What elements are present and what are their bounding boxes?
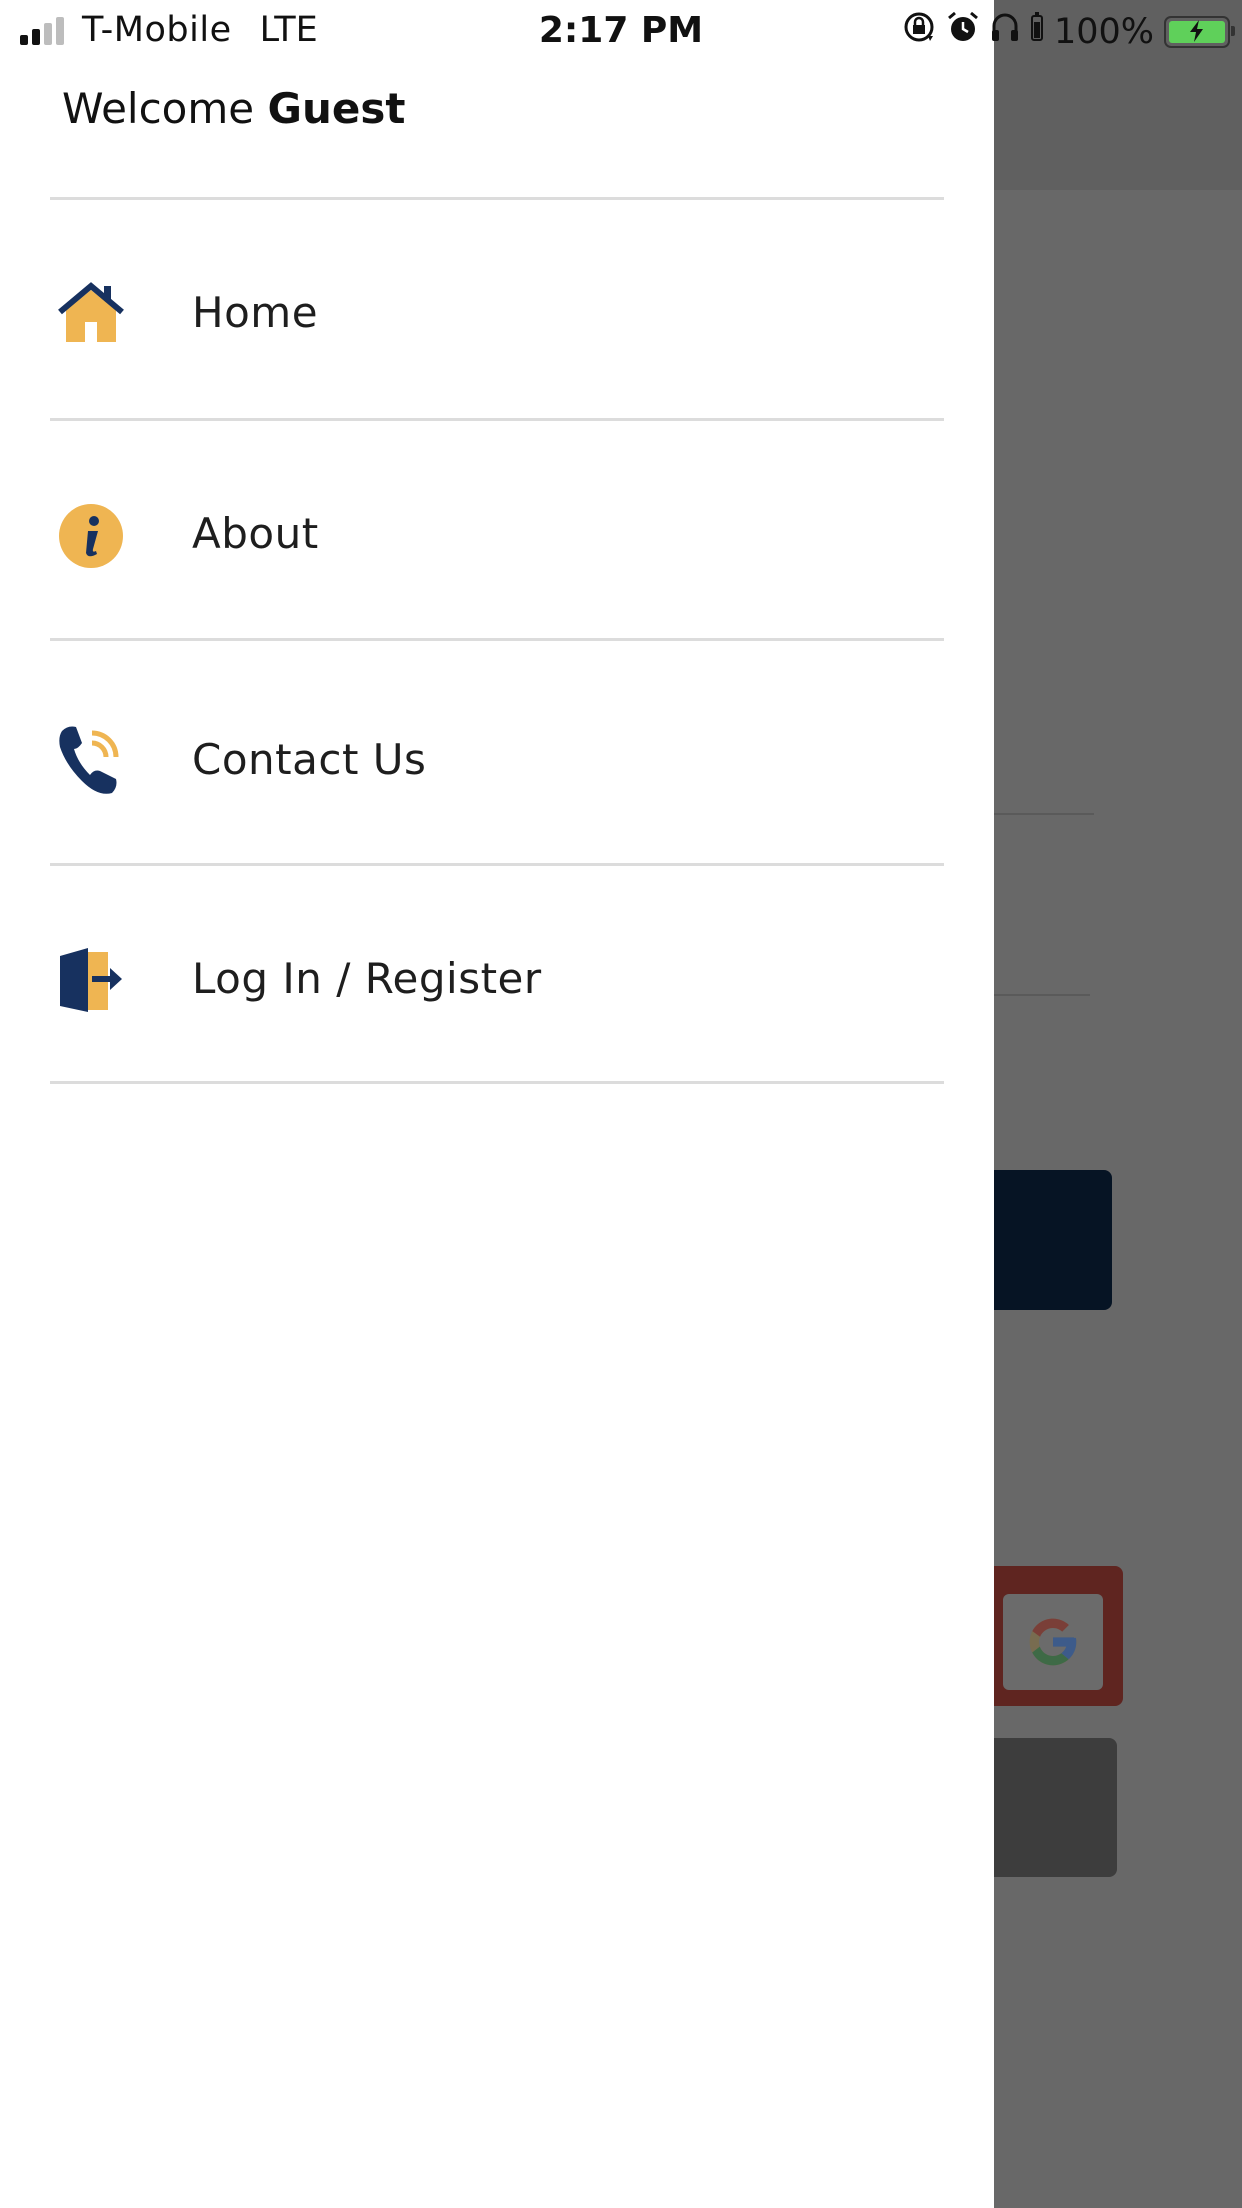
menu-label-login-register: Log In / Register xyxy=(192,954,542,1003)
divider xyxy=(50,1081,944,1084)
headphones-icon xyxy=(990,10,1020,53)
battery-icon xyxy=(1164,15,1235,48)
alarm-icon xyxy=(946,10,980,53)
info-icon xyxy=(58,503,124,569)
login-icon xyxy=(58,946,124,1012)
menu-item-login-register[interactable]: Log In / Register xyxy=(0,866,994,1081)
background-input-underline xyxy=(994,994,1090,996)
navigation-drawer: Welcome Guest Home About Contact Us Log … xyxy=(0,0,994,2208)
menu-item-about[interactable]: About xyxy=(0,421,994,636)
menu-label-home: Home xyxy=(192,288,319,337)
status-bar: T-Mobile LTE 2:17 PM 100% xyxy=(0,0,1242,64)
menu-label-about: About xyxy=(192,509,319,558)
welcome-text: Welcome Guest xyxy=(62,84,405,133)
status-right: 100% xyxy=(902,10,1235,53)
phone-icon xyxy=(58,723,124,794)
welcome-prefix: Welcome xyxy=(62,84,255,133)
rotation-lock-icon xyxy=(902,10,936,53)
menu-label-contact: Contact Us xyxy=(192,735,427,784)
background-input-underline xyxy=(994,813,1094,815)
google-icon xyxy=(1003,1594,1103,1690)
menu-item-home[interactable]: Home xyxy=(0,200,994,415)
home-icon xyxy=(58,280,124,346)
menu-item-contact[interactable]: Contact Us xyxy=(0,641,994,856)
headphone-battery-icon xyxy=(1030,10,1044,53)
battery-percentage: 100% xyxy=(1053,11,1154,52)
welcome-username: Guest xyxy=(267,84,406,133)
